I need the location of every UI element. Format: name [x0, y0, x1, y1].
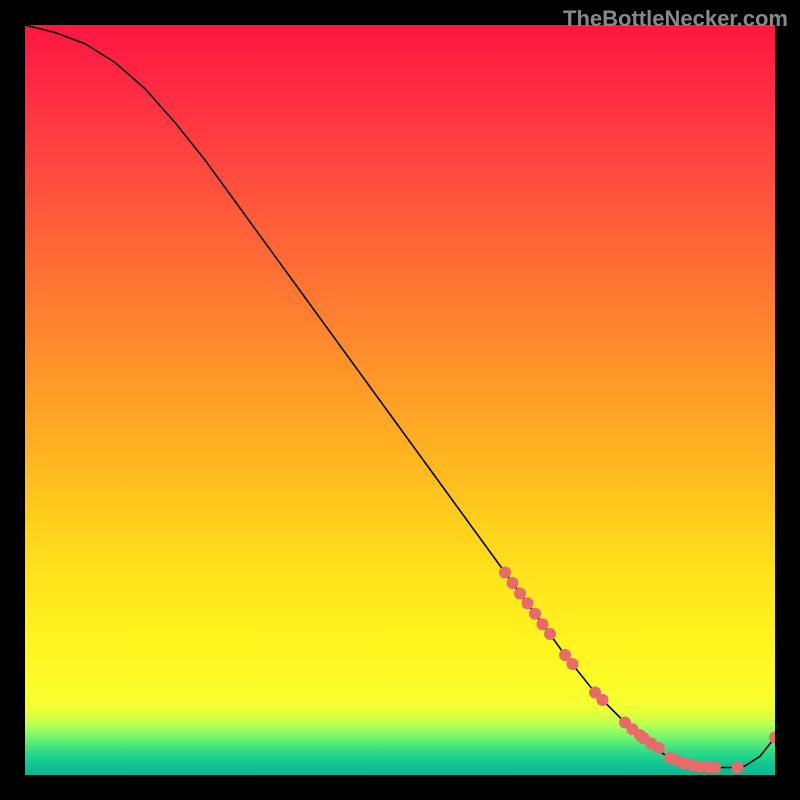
data-marker [507, 577, 519, 589]
data-marker [732, 762, 744, 774]
data-marker [653, 742, 665, 754]
chart-container: TheBottleNecker.com [0, 0, 800, 800]
data-marker [544, 628, 556, 640]
data-marker [514, 588, 526, 600]
data-marker [597, 694, 609, 706]
data-marker [567, 658, 579, 670]
watermark-label: TheBottleNecker.com [563, 6, 788, 32]
data-marker [537, 618, 549, 630]
plot-area [25, 25, 775, 775]
data-marker [529, 608, 541, 620]
chart-svg [25, 25, 775, 775]
data-marker [709, 762, 721, 774]
data-marker [522, 597, 534, 609]
data-marker [499, 567, 511, 579]
chart-background [25, 25, 775, 775]
